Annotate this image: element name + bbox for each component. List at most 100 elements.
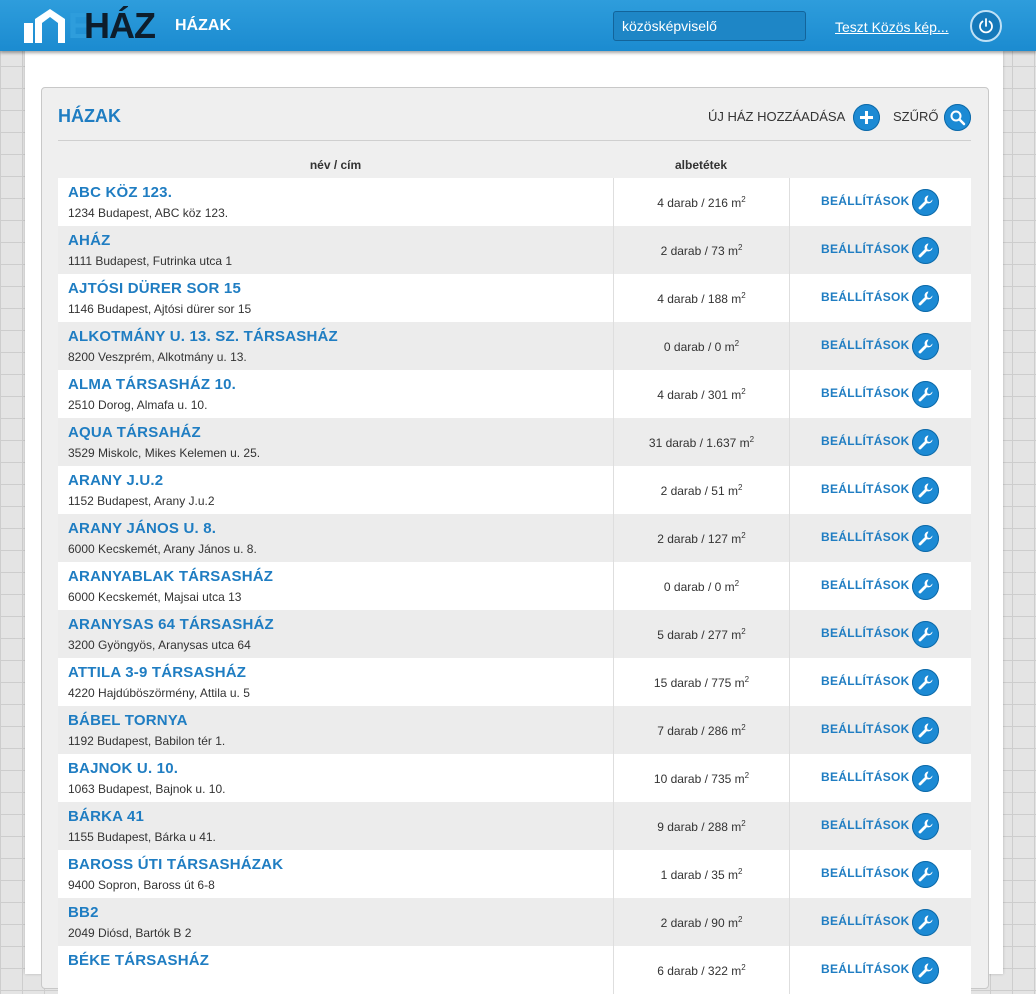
search-icon <box>950 110 966 126</box>
add-house-button[interactable] <box>853 104 880 131</box>
house-cell: Alma Társasház 10. 2510 Dorog, Almafa u. … <box>58 370 614 418</box>
settings-link[interactable]: BEÁLLÍTÁSOK <box>821 482 910 496</box>
units-cell: 4 darab / 216 m2 <box>614 178 790 226</box>
house-address: 8200 Veszprém, Alkotmány u. 13. <box>68 350 247 364</box>
units-value: 4 darab / 188 m2 <box>614 291 789 306</box>
house-name-link[interactable]: Bábel Tornya <box>68 712 188 729</box>
house-name-link[interactable]: Baross úti társasházak <box>68 856 283 873</box>
settings-button[interactable] <box>912 861 939 888</box>
add-house-label[interactable]: ÚJ HÁZ HOZZÁADÁSA <box>708 109 845 124</box>
settings-link[interactable]: BEÁLLÍTÁSOK <box>821 434 910 448</box>
units-cell: 31 darab / 1.637 m2 <box>614 418 790 466</box>
filter-label[interactable]: SZŰRŐ <box>893 109 939 124</box>
house-address: 1234 Budapest, ABC köz 123. <box>68 206 229 220</box>
house-cell: Bajnok u. 10. 1063 Budapest, Bajnok u. 10… <box>58 754 614 802</box>
settings-button[interactable] <box>912 189 939 216</box>
table-row: Aranysas 64 Társasház 3200 Gyöngyös, Aran… <box>58 610 971 658</box>
units-exponent: 2 <box>737 867 743 876</box>
wrench-icon <box>918 435 933 450</box>
units-exponent: 2 <box>741 291 746 300</box>
house-name-link[interactable]: AHÁZ <box>68 232 110 249</box>
nav-title[interactable]: HÁZAK <box>175 17 231 35</box>
house-name-link[interactable]: BB2 <box>68 904 99 921</box>
settings-link[interactable]: BEÁLLÍTÁSOK <box>821 770 910 784</box>
logout-button[interactable] <box>970 10 1002 42</box>
panel-divider <box>58 140 971 141</box>
settings-button[interactable] <box>912 717 939 744</box>
settings-link[interactable]: BEÁLLÍTÁSOK <box>821 194 910 208</box>
settings-link[interactable]: BEÁLLÍTÁSOK <box>821 866 910 880</box>
units-cell: 9 darab / 288 m2 <box>614 802 790 850</box>
units-text: 15 darab / 775 m <box>653 676 745 690</box>
units-value: 2 darab / 127 m2 <box>614 531 789 546</box>
house-name-link[interactable]: Arany János u. 8. <box>68 520 216 537</box>
table-row: Ajtósi Dürer sor 15 1146 Budapest, Ajtósi… <box>58 274 971 322</box>
table-row: Attila 3-9 Társasház 4220 Hajdúböszörmény… <box>58 658 971 706</box>
table-row: Béke Társasház 6 darab / 322 m2 BEÁLLÍTÁSO… <box>58 946 971 994</box>
wrench-icon <box>918 723 933 738</box>
house-cell: Aranysas 64 Társasház 3200 Gyöngyös, Aran… <box>58 610 614 658</box>
settings-button[interactable] <box>912 477 939 504</box>
settings-button[interactable] <box>912 525 939 552</box>
house-name-link[interactable]: Alkotmány u. 13. sz. Társasház <box>68 328 338 345</box>
units-exponent: 2 <box>734 579 740 588</box>
house-name-link[interactable]: Alma Társasház 10. <box>68 376 236 393</box>
filter-button[interactable] <box>944 104 971 131</box>
settings-button[interactable] <box>912 573 939 600</box>
settings-button[interactable] <box>912 429 939 456</box>
search-input[interactable] <box>613 11 806 41</box>
settings-button[interactable] <box>912 669 939 696</box>
wrench-icon <box>918 867 933 882</box>
house-name-link[interactable]: Aranysas 64 Társasház <box>68 616 274 633</box>
units-cell: 0 darab / 0 m2 <box>614 562 790 610</box>
house-name-link[interactable]: ABC köz 123. <box>68 184 172 201</box>
house-address: 9400 Sopron, Baross út 6-8 <box>68 878 215 892</box>
settings-button[interactable] <box>912 957 939 984</box>
column-header-name[interactable]: név / cím <box>58 158 613 172</box>
settings-link[interactable]: BEÁLLÍTÁSOK <box>821 338 910 352</box>
table-row: AQUA Társaház 3529 Miskolc, Mikes Kelemen… <box>58 418 971 466</box>
house-address: 1155 Budapest, Bárka u 41. <box>68 830 216 844</box>
settings-link[interactable]: BEÁLLÍTÁSOK <box>821 818 910 832</box>
settings-button[interactable] <box>912 381 939 408</box>
units-cell: 0 darab / 0 m2 <box>614 322 790 370</box>
house-name-link[interactable]: Bárka 41 <box>68 808 144 825</box>
settings-button[interactable] <box>912 909 939 936</box>
settings-button[interactable] <box>912 813 939 840</box>
settings-link[interactable]: BEÁLLÍTÁSOK <box>821 578 910 592</box>
settings-link[interactable]: BEÁLLÍTÁSOK <box>821 722 910 736</box>
house-name-link[interactable]: Aranyablak Társasház <box>68 568 273 585</box>
units-text: 7 darab / 286 m <box>657 724 742 738</box>
app-logo[interactable]: E HÁZ <box>24 8 164 44</box>
user-profile-link[interactable]: Teszt Közös kép... <box>835 19 949 35</box>
house-name-link[interactable]: Ajtósi Dürer sor 15 <box>68 280 241 297</box>
units-value: 0 darab / 0 m2 <box>614 579 789 594</box>
settings-link[interactable]: BEÁLLÍTÁSOK <box>821 626 910 640</box>
settings-link[interactable]: BEÁLLÍTÁSOK <box>821 290 910 304</box>
house-name-link[interactable]: Attila 3-9 Társasház <box>68 664 246 681</box>
plus-icon <box>860 111 873 124</box>
settings-button[interactable] <box>912 237 939 264</box>
wrench-icon <box>918 771 933 786</box>
units-value: 2 darab / 51 m2 <box>614 483 789 498</box>
settings-link[interactable]: BEÁLLÍTÁSOK <box>821 242 910 256</box>
table-row: Alkotmány u. 13. sz. Társasház 8200 Veszp… <box>58 322 971 370</box>
column-header-units[interactable]: albetétek <box>613 158 789 172</box>
settings-button[interactable] <box>912 765 939 792</box>
settings-link[interactable]: BEÁLLÍTÁSOK <box>821 530 910 544</box>
settings-link[interactable]: BEÁLLÍTÁSOK <box>821 386 910 400</box>
settings-button[interactable] <box>912 333 939 360</box>
table-row: BB2 2049 Diósd, Bartók B 2 2 darab / 90 m2… <box>58 898 971 946</box>
house-name-link[interactable]: Béke Társasház <box>68 952 209 969</box>
units-exponent: 2 <box>744 771 750 780</box>
settings-link[interactable]: BEÁLLÍTÁSOK <box>821 914 910 928</box>
units-cell: 2 darab / 51 m2 <box>614 466 790 514</box>
house-name-link[interactable]: Arany J.u.2 <box>68 472 163 489</box>
house-name-link[interactable]: Bajnok u. 10. <box>68 760 178 777</box>
settings-button[interactable] <box>912 285 939 312</box>
units-text: 4 darab / 216 m <box>657 196 742 210</box>
settings-button[interactable] <box>912 621 939 648</box>
house-name-link[interactable]: AQUA Társaház <box>68 424 201 441</box>
house-address: 6000 Kecskemét, Arany János u. 8. <box>68 542 257 556</box>
settings-link[interactable]: BEÁLLÍTÁSOK <box>821 674 910 688</box>
